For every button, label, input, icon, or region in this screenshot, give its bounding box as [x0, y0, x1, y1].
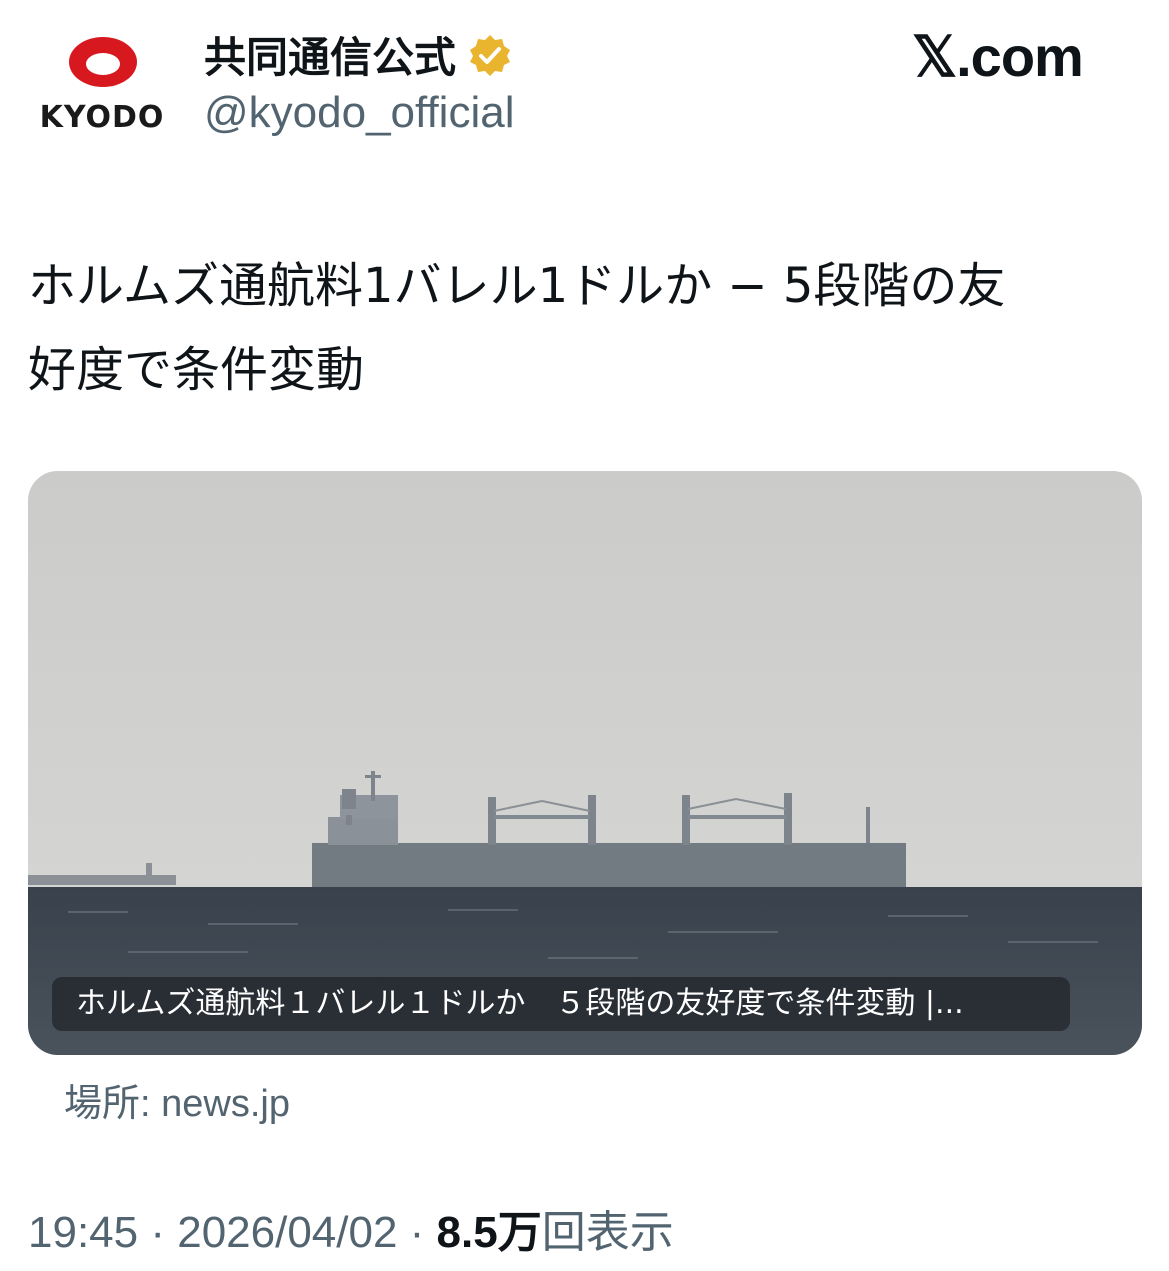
tweet-text-line-1: ホルムズ通航料1バレル1ドルか − 5段階の友 — [28, 258, 1006, 314]
views-label: 回表示 — [541, 1208, 674, 1257]
link-card[interactable]: ホルムズ通航料１バレル１ドルか ５段階の友好度で条件変動 |... — [28, 471, 1142, 1055]
kyodo-logo-icon — [69, 37, 137, 87]
tweet-text: ホルムズ通航料1バレル1ドルか − 5段階の友 好度で条件変動 — [28, 244, 1128, 412]
tweet-time[interactable]: 19:45 — [28, 1208, 138, 1257]
kyodo-logo-text: KYODO — [39, 100, 165, 135]
tweet-text-line-2: 好度で条件変動 — [28, 342, 365, 398]
account-handle[interactable]: @kyodo_official — [204, 88, 514, 138]
x-com-logo: 𝕏.com — [912, 25, 1084, 88]
card-source[interactable]: 場所: news.jp — [64, 1072, 290, 1127]
source-label: 場所: — [64, 1083, 162, 1125]
card-photo — [28, 471, 1142, 1055]
meta-separator: · — [397, 1208, 437, 1257]
account-name[interactable]: 共同通信公式 — [204, 24, 512, 85]
display-name: 共同通信公式 — [204, 33, 457, 82]
card-title: ホルムズ通航料１バレル１ドルか ５段階の友好度で条件変動 |... — [52, 977, 1070, 1031]
tweet-date[interactable]: 2026/04/02 — [177, 1208, 397, 1257]
source-domain: news.jp — [161, 1083, 290, 1125]
kyodo-avatar[interactable]: KYODO — [36, 32, 168, 142]
tweet-meta: 19:45 · 2026/04/02 · 8.5万回表示 — [28, 1196, 674, 1260]
verified-badge-icon — [470, 34, 511, 76]
meta-separator: · — [138, 1208, 178, 1257]
tweet-header: KYODO 共同通信公式 @kyodo_official 𝕏.com — [0, 0, 1169, 160]
views-count: 8.5万 — [436, 1208, 542, 1257]
